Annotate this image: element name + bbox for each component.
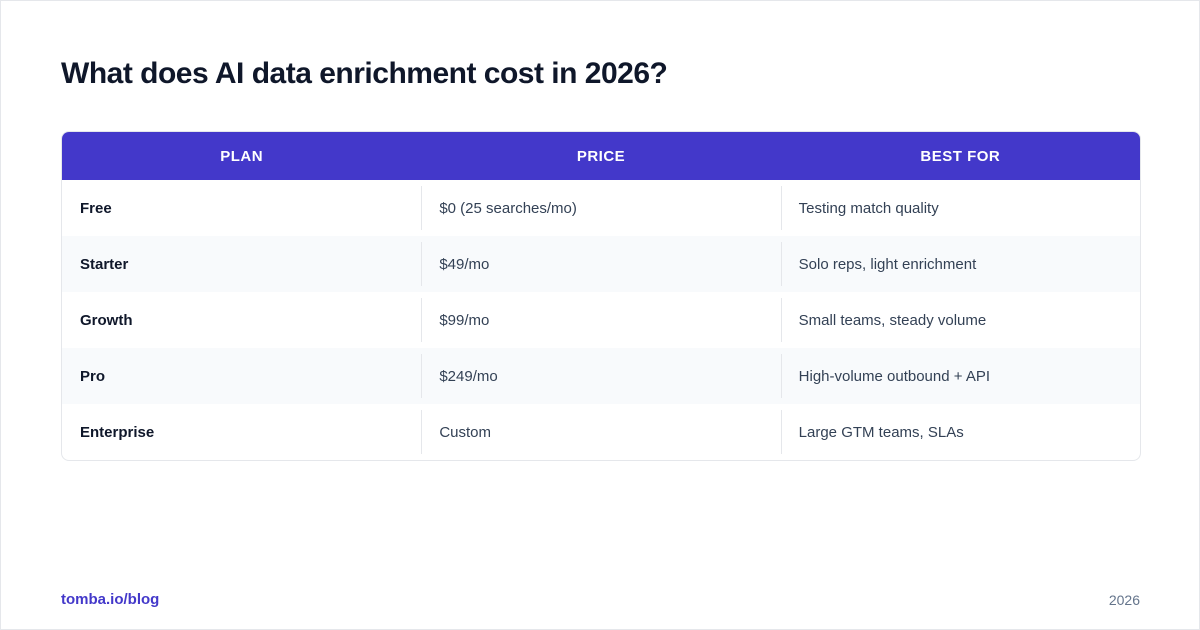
page-title: What does AI data enrichment cost in 202… (61, 57, 668, 90)
best-for-cell: Large GTM teams, SLAs (780, 404, 1140, 460)
table-row: Starter $49/mo Solo reps, light enrichme… (62, 236, 1140, 292)
footer-blog-link[interactable]: tomba.io/blog (61, 591, 159, 608)
price-cell: $49/mo (421, 236, 780, 292)
plan-cell: Growth (80, 311, 133, 329)
best-for-cell: Solo reps, light enrichment (780, 236, 1140, 292)
footer-year: 2026 (1108, 592, 1140, 608)
price-cell: Custom (421, 404, 780, 460)
plan-cell: Enterprise (80, 423, 155, 441)
best-for-cell: Testing match quality (780, 180, 1140, 236)
pricing-table: PLAN PRICE BEST FOR Free $0 (25 searches… (61, 131, 1141, 461)
column-header-best-for: BEST FOR (920, 147, 1001, 165)
column-header-price: PRICE (576, 147, 626, 165)
table-row: Pro $249/mo High-volume outbound + API (62, 348, 1140, 404)
plan-cell: Free (80, 199, 112, 217)
plan-cell: Starter (80, 255, 129, 273)
table-header: PLAN PRICE BEST FOR (62, 132, 1140, 180)
plan-cell: Pro (80, 367, 106, 385)
price-cell: $0 (25 searches/mo) (421, 180, 780, 236)
best-for-cell: Small teams, steady volume (780, 292, 1140, 348)
table-row: Enterprise Custom Large GTM teams, SLAs (62, 404, 1140, 460)
price-cell: $249/mo (421, 348, 780, 404)
table-row: Free $0 (25 searches/mo) Testing match q… (62, 180, 1140, 236)
price-cell: $99/mo (421, 292, 780, 348)
table-row: Growth $99/mo Small teams, steady volume (62, 292, 1140, 348)
best-for-cell: High-volume outbound + API (780, 348, 1140, 404)
column-header-plan: PLAN (220, 147, 264, 165)
page: What does AI data enrichment cost in 202… (0, 0, 1200, 630)
